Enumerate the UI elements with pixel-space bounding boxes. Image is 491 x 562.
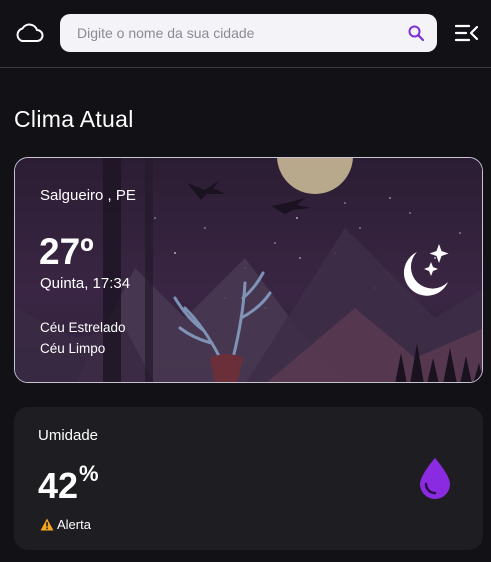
water-drop-icon [420,458,450,499]
alert-label: Alerta [57,517,91,532]
temperature: 27º [39,231,94,272]
condition-primary: Céu Estrelado [40,320,126,335]
humidity-value-wrapper: 42% [38,461,99,507]
menu-collapse-icon[interactable] [455,22,479,44]
search-input[interactable] [60,14,400,52]
top-bar [0,0,491,68]
warning-icon [40,518,54,531]
humidity-unit: % [79,461,99,486]
current-weather-card: Salgueiro , PE 27º Quinta, 17:34 Céu Est… [14,157,483,383]
day-time: Quinta, 17:34 [40,275,131,292]
search-icon[interactable] [407,24,425,42]
cloud-icon[interactable] [14,20,44,46]
moon-stars-icon [403,244,449,296]
condition-secondary: Céu Limpo [40,341,106,356]
humidity-value: 42 [38,465,79,506]
section-title: Clima Atual [14,106,134,132]
search-box [60,14,437,52]
humidity-card: Umidade 42% Alerta [14,407,483,550]
city-name: Salgueiro , PE [40,187,136,204]
humidity-title: Umidade [38,427,99,444]
humidity-alert: Alerta [40,517,91,532]
